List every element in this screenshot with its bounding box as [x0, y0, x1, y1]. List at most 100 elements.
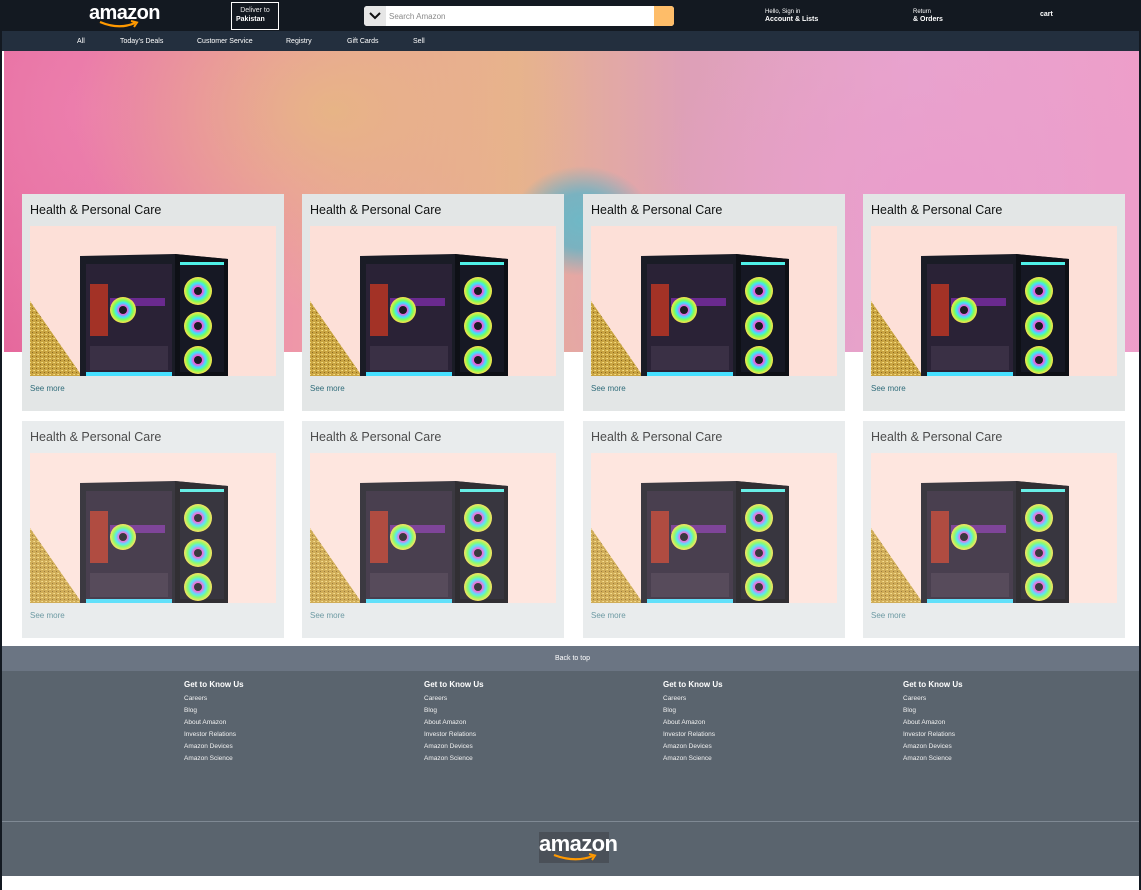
gaming-pc-image: [310, 254, 508, 376]
see-more-link[interactable]: See more: [871, 384, 906, 393]
footer-link-science[interactable]: Amazon Science: [184, 753, 244, 765]
gaming-pc-image: [30, 481, 228, 603]
category-card[interactable]: Health & Personal Care See more: [863, 194, 1125, 411]
footer-links: Get to Know Us Careers Blog About Amazon…: [2, 671, 1139, 822]
gaming-pc-image: [871, 254, 1069, 376]
subnav-all[interactable]: All: [77, 37, 85, 46]
amazon-logo[interactable]: amazon: [89, 2, 160, 30]
footer-column: Get to Know Us Careers Blog About Amazon…: [424, 680, 484, 765]
card-image[interactable]: [591, 453, 837, 603]
see-more-link[interactable]: See more: [30, 384, 65, 393]
footer-column: Get to Know Us Careers Blog About Amazon…: [903, 680, 963, 765]
category-card[interactable]: Health & Personal Care See more: [863, 421, 1125, 638]
footer-heading: Get to Know Us: [663, 680, 723, 689]
footer-column: Get to Know Us Careers Blog About Amazon…: [663, 680, 723, 765]
amazon-home-page: amazon Deliver to Pakistan Hello, Sign i…: [0, 0, 1141, 890]
card-title: Health & Personal Care: [591, 430, 723, 444]
footer-link-devices[interactable]: Amazon Devices: [903, 741, 963, 753]
footer-link-about[interactable]: About Amazon: [663, 717, 723, 729]
footer-link-about[interactable]: About Amazon: [903, 717, 963, 729]
footer-link-careers[interactable]: Careers: [184, 693, 244, 705]
card-image[interactable]: [310, 226, 556, 376]
gaming-pc-image: [310, 481, 508, 603]
search-input[interactable]: [386, 6, 654, 26]
category-card[interactable]: Health & Personal Care See more: [583, 421, 845, 638]
card-image[interactable]: [591, 226, 837, 376]
account-greeting: Hello, Sign in: [765, 9, 801, 15]
gaming-pc-image: [30, 254, 228, 376]
see-more-link[interactable]: See more: [310, 384, 345, 393]
footer-link-blog[interactable]: Blog: [663, 705, 723, 717]
footer-heading: Get to Know Us: [184, 680, 244, 689]
see-more-link[interactable]: See more: [871, 611, 906, 620]
subnav-sell[interactable]: Sell: [413, 37, 425, 46]
card-title: Health & Personal Care: [30, 203, 162, 217]
search-bar: [364, 6, 674, 26]
top-navbar: amazon Deliver to Pakistan Hello, Sign i…: [2, 0, 1139, 31]
account-and-lists[interactable]: Hello, Sign in Account & Lists: [765, 9, 818, 23]
category-card[interactable]: Health & Personal Care See more: [302, 194, 564, 411]
category-card[interactable]: Health & Personal Care See more: [583, 194, 845, 411]
category-card[interactable]: Health & Personal Care See more: [22, 194, 284, 411]
footer-column: Get to Know Us Careers Blog About Amazon…: [184, 680, 244, 765]
see-more-link[interactable]: See more: [591, 384, 626, 393]
subnav-todays-deals[interactable]: Today's Deals: [120, 37, 163, 46]
footer-bottom: amazon: [2, 822, 1139, 876]
footer-link-careers[interactable]: Careers: [663, 693, 723, 705]
card-image[interactable]: [30, 453, 276, 603]
card-title: Health & Personal Care: [871, 203, 1003, 217]
card-image[interactable]: [871, 453, 1117, 603]
card-title: Health & Personal Care: [310, 203, 442, 217]
account-lists-label: Account & Lists: [765, 16, 819, 23]
category-card[interactable]: Health & Personal Care See more: [302, 421, 564, 638]
subnav-registry[interactable]: Registry: [286, 37, 312, 46]
smile-arrow-icon: [553, 853, 597, 861]
category-card[interactable]: Health & Personal Care See more: [22, 421, 284, 638]
deliver-label: Deliver to: [240, 7, 270, 14]
footer-link-science[interactable]: Amazon Science: [903, 753, 963, 765]
gaming-pc-image: [591, 481, 789, 603]
orders-label: & Orders: [913, 16, 943, 23]
card-title: Health & Personal Care: [871, 430, 1003, 444]
cart-link[interactable]: cart: [1040, 11, 1053, 18]
gaming-pc-image: [591, 254, 789, 376]
footer-link-science[interactable]: Amazon Science: [424, 753, 484, 765]
footer-link-investor[interactable]: Investor Relations: [663, 729, 723, 741]
footer-link-devices[interactable]: Amazon Devices: [424, 741, 484, 753]
card-title: Health & Personal Care: [591, 203, 723, 217]
footer-amazon-logo[interactable]: amazon: [539, 832, 618, 863]
footer-heading: Get to Know Us: [903, 680, 963, 689]
gaming-pc-image: [871, 481, 1069, 603]
returns-label: Return: [913, 9, 932, 15]
card-image[interactable]: [310, 453, 556, 603]
returns-and-orders[interactable]: Return & Orders: [913, 9, 943, 23]
footer-link-investor[interactable]: Investor Relations: [184, 729, 244, 741]
search-category-dropdown[interactable]: [364, 6, 386, 26]
footer-link-investor[interactable]: Investor Relations: [424, 729, 484, 741]
subnav-customer-service[interactable]: Customer Service: [197, 37, 253, 46]
footer-link-devices[interactable]: Amazon Devices: [663, 741, 723, 753]
chevron-down-icon: [369, 12, 381, 20]
see-more-link[interactable]: See more: [591, 611, 626, 620]
footer-heading: Get to Know Us: [424, 680, 484, 689]
footer-link-science[interactable]: Amazon Science: [663, 753, 723, 765]
footer-link-about[interactable]: About Amazon: [424, 717, 484, 729]
back-to-top-button[interactable]: Back to top: [2, 646, 1139, 671]
footer-link-blog[interactable]: Blog: [184, 705, 244, 717]
subnav-gift-cards[interactable]: Gift Cards: [347, 37, 379, 46]
see-more-link[interactable]: See more: [310, 611, 345, 620]
footer-link-careers[interactable]: Careers: [424, 693, 484, 705]
footer-link-blog[interactable]: Blog: [424, 705, 484, 717]
footer-link-blog[interactable]: Blog: [903, 705, 963, 717]
footer-link-devices[interactable]: Amazon Devices: [184, 741, 244, 753]
card-image[interactable]: [30, 226, 276, 376]
search-button[interactable]: [654, 6, 674, 26]
footer-link-careers[interactable]: Careers: [903, 693, 963, 705]
footer-link-about[interactable]: About Amazon: [184, 717, 244, 729]
footer-link-investor[interactable]: Investor Relations: [903, 729, 963, 741]
see-more-link[interactable]: See more: [30, 611, 65, 620]
card-title: Health & Personal Care: [30, 430, 162, 444]
deliver-country: Pakistan: [236, 16, 265, 23]
deliver-to-location[interactable]: Deliver to Pakistan: [231, 2, 279, 30]
card-image[interactable]: [871, 226, 1117, 376]
